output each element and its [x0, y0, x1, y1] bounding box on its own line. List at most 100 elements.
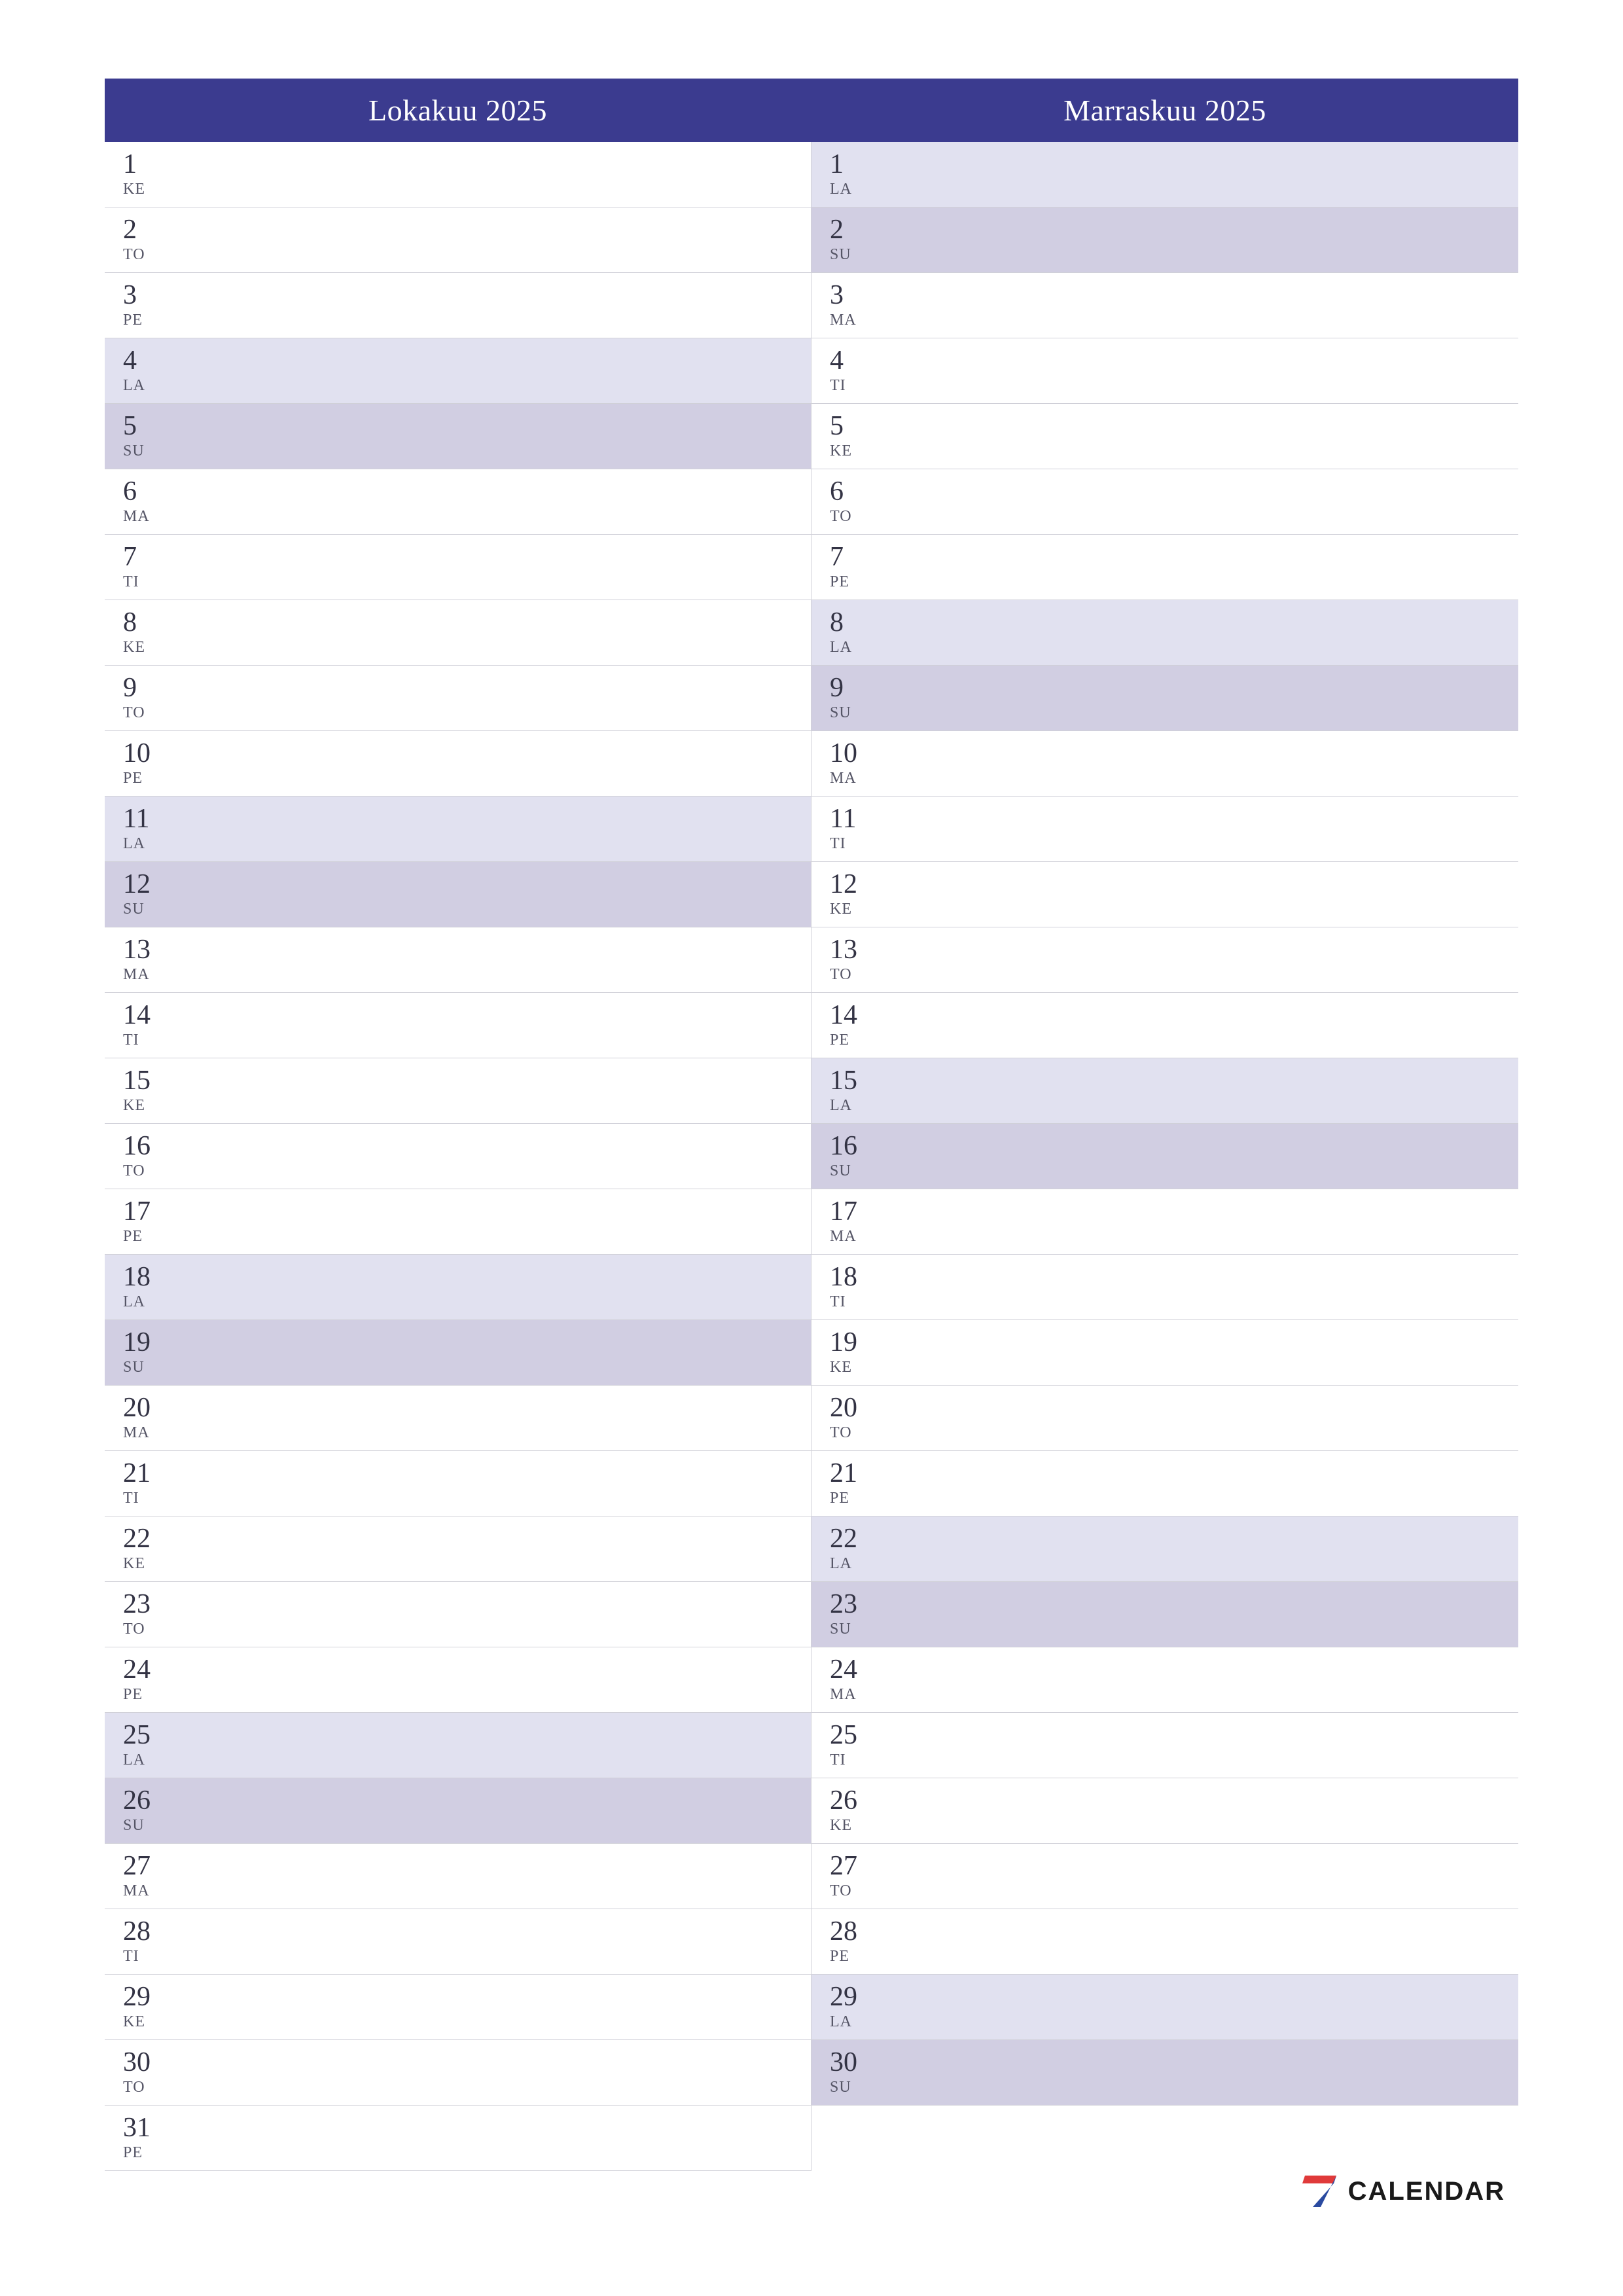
- day-label: 28TI: [105, 1909, 183, 1974]
- day-label: 1KE: [105, 142, 183, 207]
- day-row: 28PE: [812, 1909, 1518, 1975]
- day-abbr: SU: [123, 1359, 183, 1376]
- day-note-space: [183, 2040, 811, 2105]
- day-row: 13MA: [105, 927, 812, 993]
- month-column-right: Marraskuu 2025 1LA2SU3MA4TI5KE6TO7PE8LA9…: [812, 79, 1518, 2171]
- calendar-grid: Lokakuu 2025 1KE2TO3PE4LA5SU6MA7TI8KE9TO…: [105, 79, 1518, 2171]
- day-abbr: TO: [830, 1424, 890, 1442]
- day-note-space: [890, 1058, 1518, 1123]
- day-note-space: [890, 207, 1518, 272]
- day-number: 24: [830, 1656, 890, 1683]
- day-row: 7PE: [812, 535, 1518, 600]
- day-number: 26: [830, 1787, 890, 1814]
- day-label: 23SU: [812, 1582, 890, 1647]
- day-abbr: PE: [123, 2144, 183, 2162]
- day-number: 5: [123, 412, 183, 440]
- day-number: 29: [123, 1983, 183, 2011]
- day-label: 25 TI: [812, 1713, 890, 1778]
- day-abbr: TO: [123, 246, 183, 264]
- month-column-left: Lokakuu 2025 1KE2TO3PE4LA5SU6MA7TI8KE9TO…: [105, 79, 812, 2171]
- day-label: 30TO: [105, 2040, 183, 2105]
- day-number: 7: [123, 543, 183, 571]
- day-note-space: [183, 1058, 811, 1123]
- day-label: 23TO: [105, 1582, 183, 1647]
- day-label: 14PE: [812, 993, 890, 1058]
- day-label: 11TI: [812, 797, 890, 861]
- day-note-space: [183, 1451, 811, 1516]
- day-abbr: TO: [830, 966, 890, 984]
- day-row: 23SU: [812, 1582, 1518, 1647]
- day-note-space: [890, 1582, 1518, 1647]
- day-label: 26KE: [812, 1778, 890, 1843]
- day-abbr: LA: [830, 2013, 890, 2031]
- day-note-space: [890, 1975, 1518, 2039]
- day-row: 9SU: [812, 666, 1518, 731]
- day-row: 16TO: [105, 1124, 812, 1189]
- day-number: 14: [830, 1001, 890, 1029]
- day-number: 25: [830, 1721, 890, 1749]
- day-label: 13TO: [812, 927, 890, 992]
- day-note-space: [183, 927, 811, 992]
- day-number: 8: [830, 609, 890, 636]
- day-note-space: [183, 1909, 811, 1974]
- day-number: 20: [123, 1394, 183, 1422]
- day-note-space: [890, 142, 1518, 207]
- day-row: 22KE: [105, 1516, 812, 1582]
- day-abbr: TI: [123, 1031, 183, 1049]
- month-header: Lokakuu 2025: [105, 79, 812, 142]
- day-abbr: PE: [830, 1948, 890, 1965]
- day-row: 19 KE: [812, 1320, 1518, 1386]
- day-number: 19: [830, 1329, 890, 1356]
- day-row: 29KE: [105, 1975, 812, 2040]
- day-abbr: TO: [123, 2079, 183, 2096]
- day-abbr: MA: [830, 312, 890, 329]
- day-abbr: KE: [830, 1359, 890, 1376]
- day-number: 14: [123, 1001, 183, 1029]
- day-abbr: TI: [830, 1751, 890, 1769]
- day-note-space: [183, 273, 811, 338]
- day-row: 18TI: [812, 1255, 1518, 1320]
- day-note-space: [183, 1778, 811, 1843]
- brand-name: CALENDAR: [1348, 2177, 1505, 2206]
- day-row: 1LA: [812, 142, 1518, 207]
- day-label: 18TI: [812, 1255, 890, 1319]
- day-row: 31PE: [105, 2106, 812, 2171]
- day-abbr: MA: [830, 1228, 890, 1246]
- day-row: 26KE: [812, 1778, 1518, 1844]
- day-abbr: TI: [830, 835, 890, 853]
- day-row: 13TO: [812, 927, 1518, 993]
- day-number: 22: [830, 1525, 890, 1552]
- day-row: 3PE: [105, 273, 812, 338]
- day-note-space: [890, 993, 1518, 1058]
- day-row: 6MA: [105, 469, 812, 535]
- day-abbr: PE: [123, 770, 183, 787]
- brand-logo: CALENDAR: [1301, 2172, 1505, 2211]
- day-label: 20MA: [105, 1386, 183, 1450]
- day-note-space: [890, 1647, 1518, 1712]
- day-row: 26SU: [105, 1778, 812, 1844]
- day-abbr: TO: [123, 1621, 183, 1638]
- day-abbr: TO: [123, 1162, 183, 1180]
- day-number: 10: [830, 740, 890, 767]
- day-note-space: [183, 142, 811, 207]
- day-note-space: [183, 862, 811, 927]
- day-note-space: [183, 338, 811, 403]
- day-abbr: KE: [830, 901, 890, 918]
- day-number: 30: [830, 2049, 890, 2076]
- day-note-space: [183, 404, 811, 469]
- day-abbr: TO: [830, 508, 890, 526]
- day-abbr: LA: [830, 1555, 890, 1573]
- day-abbr: MA: [830, 1686, 890, 1704]
- day-number: 2: [123, 216, 183, 243]
- day-row: 5KE: [812, 404, 1518, 469]
- day-row: 12KE: [812, 862, 1518, 927]
- day-label: 7TI: [105, 535, 183, 600]
- day-number: 28: [123, 1918, 183, 1945]
- day-note-space: [183, 469, 811, 534]
- day-row: 19SU: [105, 1320, 812, 1386]
- day-abbr: KE: [123, 1097, 183, 1115]
- day-label: 7PE: [812, 535, 890, 600]
- day-abbr: SU: [830, 246, 890, 264]
- day-number: 9: [830, 674, 890, 702]
- day-number: 12: [123, 870, 183, 898]
